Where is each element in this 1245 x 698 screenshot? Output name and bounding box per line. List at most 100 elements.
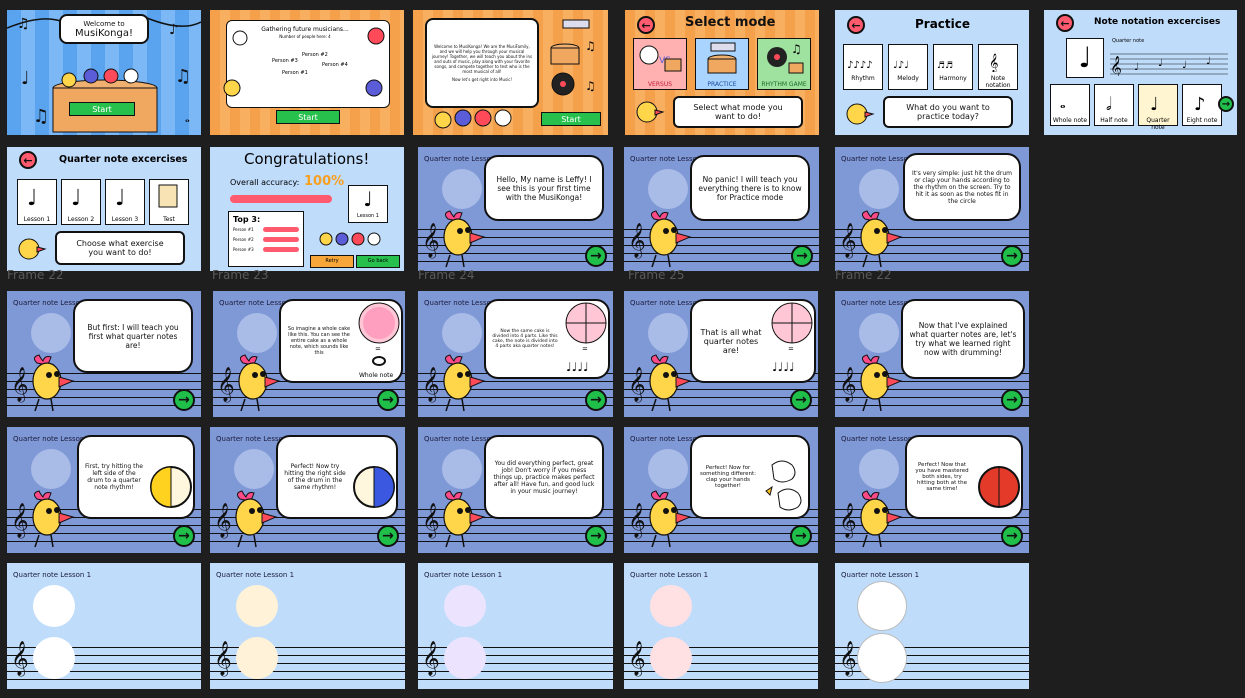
- retry-button[interactable]: Retry: [310, 255, 354, 268]
- start-button[interactable]: Start: [276, 110, 340, 124]
- upper-target: [33, 585, 75, 627]
- next-button[interactable]: →: [173, 389, 195, 411]
- next-button[interactable]: →: [585, 245, 607, 267]
- next-button[interactable]: →: [377, 389, 399, 411]
- svg-text:𝄞: 𝄞: [1110, 55, 1122, 76]
- next-button[interactable]: →: [1001, 525, 1023, 547]
- dialog-text: You did everything perfect, great job! D…: [493, 459, 595, 495]
- frame-lesson-play: Quarter note Lesson 1 𝄞: [835, 563, 1029, 689]
- leffy-character: [649, 490, 692, 548]
- svg-text:♩: ♩: [71, 186, 81, 211]
- mode-practice[interactable]: PRACTICE: [695, 38, 749, 90]
- back-button[interactable]: ←: [637, 16, 655, 34]
- next-button[interactable]: →: [790, 389, 812, 411]
- leffy-character: [860, 210, 903, 268]
- page-title: Quarter note excercises: [59, 154, 188, 165]
- harmony-label: Harmony: [939, 75, 967, 82]
- frame-select-mode: ← Select mode VS VERSUS PRACTICE ♫ RHYTH…: [625, 10, 819, 135]
- frame-lesson-dialog: Quarter note Lesson 1 𝄞 That is all what…: [624, 291, 818, 417]
- upper-target: [650, 585, 692, 627]
- treble-clef-icon: 𝄞: [422, 641, 440, 676]
- lesson-label: Lesson 1: [357, 213, 379, 219]
- leffy-character: [649, 354, 692, 412]
- svg-text:♩♩♩♩: ♩♩♩♩: [772, 360, 795, 374]
- dialog-text: No panic! I will teach you everything th…: [698, 174, 802, 202]
- treble-clef-icon: 𝄞: [11, 641, 29, 676]
- exercise-icons: ♩ ♩ ♩: [27, 184, 178, 211]
- start-button[interactable]: Start: [69, 102, 135, 116]
- leffy-character: [235, 490, 278, 548]
- page-title: Select mode: [685, 15, 776, 30]
- next-button[interactable]: →: [585, 389, 607, 411]
- lesson-3-label: Lesson 3: [111, 216, 139, 223]
- quarter-note-label: Quarter note: [1146, 117, 1170, 131]
- dialog-bubble: No panic! I will teach you everything th…: [690, 155, 810, 221]
- cake-quarters-icon: = ♩♩♩♩: [771, 302, 813, 374]
- leffy-character: [32, 354, 75, 412]
- mode-rhythm-game[interactable]: ♫ RHYTHM GAME: [757, 38, 811, 90]
- svg-text:♩♪♩: ♩♪♩: [893, 60, 909, 71]
- next-button[interactable]: →: [1001, 245, 1023, 267]
- svg-text:♫: ♫: [791, 42, 802, 56]
- svg-text:=: =: [582, 345, 588, 353]
- melody-label: Melody: [897, 75, 919, 82]
- next-button[interactable]: →: [791, 245, 813, 267]
- treble-clef-icon: 𝄞: [214, 641, 232, 676]
- hit-circle[interactable]: [444, 637, 486, 679]
- svg-text:𝅝: 𝅝: [185, 111, 190, 125]
- dialog-text: It's very simple: just hit the drum or c…: [912, 169, 1012, 205]
- svg-text:♩: ♩: [115, 186, 125, 211]
- next-button[interactable]: →: [585, 525, 607, 547]
- frame-label: Frame 22: [7, 268, 64, 282]
- lesson-2-label: Lesson 2: [67, 216, 95, 223]
- next-button[interactable]: →: [790, 525, 812, 547]
- dialog-text: Perfect! Now try hitting the right side …: [284, 463, 346, 491]
- frame-label: Frame 25: [628, 268, 685, 282]
- practice-icons: ♪♪♪♪ ♩♪♩ ♬♬ 𝄞: [847, 53, 998, 72]
- frame-lesson-dialog: Quarter note Lesson 1 𝄞 But first: I wil…: [7, 291, 201, 417]
- dialog-bubble: It's very simple: just hit the drum or c…: [903, 153, 1021, 221]
- next-button[interactable]: →: [1001, 389, 1023, 411]
- frame-label: Frame 23: [212, 268, 269, 282]
- next-button[interactable]: →: [377, 525, 399, 547]
- leffy-character: [32, 490, 75, 548]
- dialog-text: Hello, My name is Leffy! I see this is y…: [496, 174, 592, 202]
- mode-versus[interactable]: VS VERSUS: [633, 38, 687, 90]
- lesson-title: Quarter note Lesson 1: [13, 571, 92, 579]
- leffy-character: [238, 354, 281, 412]
- leader-1: Person #1: [233, 227, 254, 232]
- frame-lesson-dialog: Quarter note Lesson 1 𝄞 So imagine a who…: [213, 291, 405, 417]
- dialog-text: So imagine a whole cake like this. You c…: [287, 326, 351, 356]
- hit-circle[interactable]: [33, 637, 75, 679]
- practice-prompt: What do you want to practice today?: [883, 96, 1013, 128]
- dialog-text: Now that I've explained what quarter not…: [909, 321, 1017, 357]
- accuracy-bar-fill: [230, 195, 332, 203]
- lesson-title: Quarter note Lesson 1: [630, 571, 709, 579]
- back-button[interactable]: ←: [1056, 14, 1074, 32]
- family-characters: [319, 232, 381, 246]
- hit-circle[interactable]: [861, 637, 903, 679]
- treble-clef-icon: 𝄞: [628, 641, 646, 676]
- back-button[interactable]: ←: [847, 16, 865, 34]
- svg-text:♫: ♫: [33, 106, 49, 127]
- note-notation-label: Note notation: [985, 75, 1011, 89]
- start-button[interactable]: Start: [541, 112, 601, 126]
- welcome-text: Welcome to: [83, 19, 125, 28]
- congrats-title: Congratulations!: [244, 150, 370, 168]
- go-back-button[interactable]: Go back: [356, 255, 400, 268]
- welcome-bubble: Welcome to MusiKonga!: [59, 14, 149, 44]
- frame-congratulations: Congratulations! Overall accuracy: 100% …: [210, 147, 404, 271]
- lesson-title: Quarter note Lesson 1: [841, 571, 920, 579]
- hit-circle[interactable]: [236, 637, 278, 679]
- next-button[interactable]: →: [173, 525, 195, 547]
- leffy-avatar: [846, 103, 875, 125]
- rhythm-label: RHYTHM GAME: [761, 81, 807, 88]
- dialog-bubble: But first: I will teach you first what q…: [73, 299, 193, 373]
- svg-text:♫: ♫: [585, 79, 596, 93]
- frame-lesson-play: Quarter note Lesson 1 𝄞: [624, 563, 818, 689]
- frame-note-notation: ← Note notation excercises ♩ Quarter not…: [1044, 10, 1237, 135]
- next-button[interactable]: →: [1218, 96, 1234, 112]
- hit-circle[interactable]: [650, 637, 692, 679]
- frame-practice: ← Practice Rhythm Melody Harmony Note no…: [835, 10, 1029, 135]
- back-button[interactable]: ←: [19, 151, 37, 169]
